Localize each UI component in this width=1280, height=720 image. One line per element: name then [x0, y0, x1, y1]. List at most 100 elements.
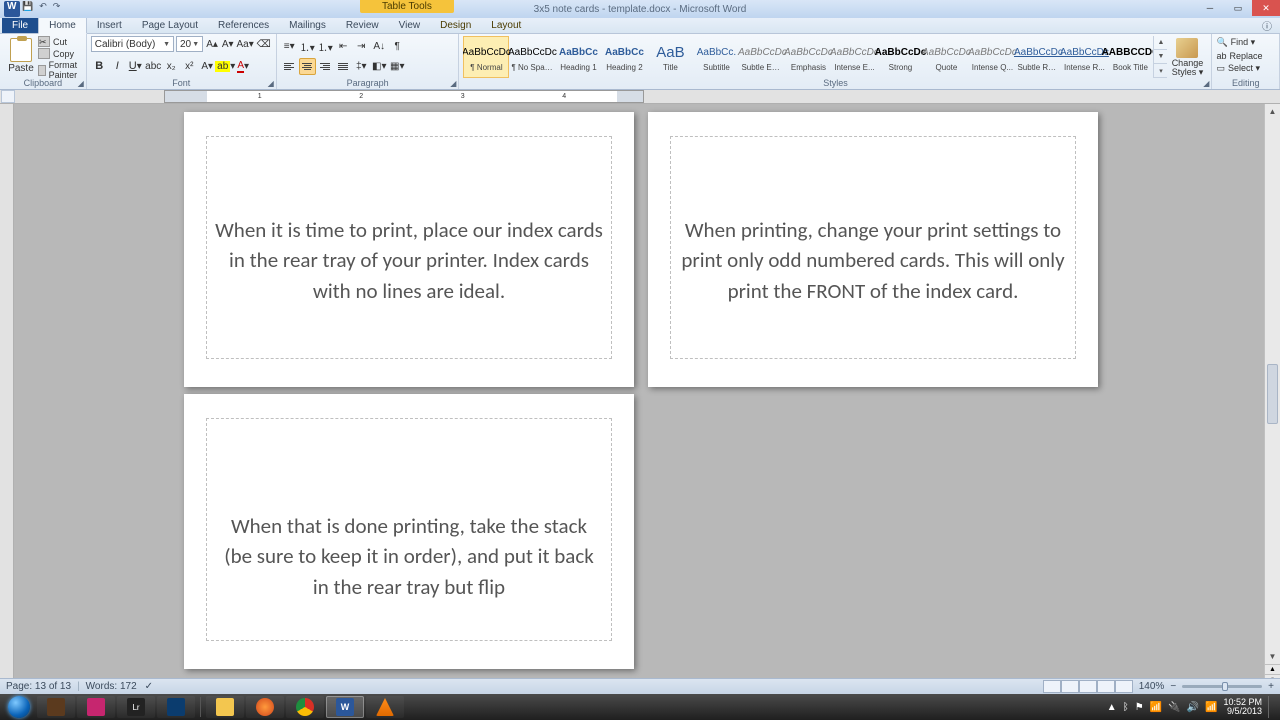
- spell-check-icon[interactable]: ✓: [145, 681, 153, 692]
- taskbar-explorer[interactable]: [206, 696, 244, 718]
- taskbar-app-1[interactable]: [37, 696, 75, 718]
- tray-network-icon[interactable]: 📶: [1150, 702, 1162, 713]
- tab-review[interactable]: Review: [336, 18, 389, 33]
- style-item-0[interactable]: AaBbCcDc¶ Normal: [463, 36, 509, 78]
- status-words[interactable]: Words: 172: [86, 681, 137, 692]
- horizontal-ruler[interactable]: 1234: [164, 90, 644, 103]
- style-gallery-scroll[interactable]: ▲▼▾: [1153, 36, 1167, 78]
- style-item-8[interactable]: AaBbCcDcIntense E...: [831, 36, 877, 78]
- style-item-12[interactable]: AaBbCcDcSubtle Ref...: [1015, 36, 1061, 78]
- align-center-button[interactable]: [299, 58, 316, 75]
- tray-signal-icon[interactable]: 📶: [1205, 702, 1217, 713]
- paragraph-launcher-icon[interactable]: ◢: [450, 79, 456, 88]
- copy-button[interactable]: Copy: [38, 48, 82, 59]
- scroll-up-button[interactable]: ▲: [1265, 104, 1280, 119]
- grow-font-button[interactable]: A▴: [205, 36, 219, 53]
- style-item-13[interactable]: AaBbCcDcIntense R...: [1061, 36, 1107, 78]
- numbering-button[interactable]: ⒈▾: [299, 38, 316, 55]
- style-item-4[interactable]: AaBTitle: [647, 36, 693, 78]
- page-card-3[interactable]: When that is done printing, take the sta…: [184, 394, 634, 669]
- sort-button[interactable]: A↓: [371, 38, 388, 55]
- font-launcher-icon[interactable]: ◢: [268, 79, 274, 88]
- subscript-button[interactable]: x₂: [163, 58, 180, 75]
- shading-button[interactable]: ◧▾: [371, 58, 388, 75]
- italic-button[interactable]: I: [109, 58, 126, 75]
- vertical-scrollbar[interactable]: ▲ ▼ ▲○▼: [1264, 104, 1280, 694]
- line-spacing-button[interactable]: ‡▾: [353, 58, 370, 75]
- font-name-combo[interactable]: Calibri (Body)▼: [91, 36, 174, 52]
- tab-references[interactable]: References: [208, 18, 279, 33]
- tray-power-icon[interactable]: 🔌: [1168, 702, 1180, 713]
- shrink-font-button[interactable]: A▾: [221, 36, 235, 53]
- style-item-6[interactable]: AaBbCcDcSubtle Em...: [739, 36, 785, 78]
- increase-indent-button[interactable]: ⇥: [353, 38, 370, 55]
- style-gallery[interactable]: AaBbCcDc¶ NormalAaBbCcDc¶ No Spaci...AaB…: [463, 36, 1153, 78]
- decrease-indent-button[interactable]: ⇤: [335, 38, 352, 55]
- show-marks-button[interactable]: ¶: [389, 38, 406, 55]
- multilevel-button[interactable]: ⒈▾: [317, 38, 334, 55]
- underline-button[interactable]: U▾: [127, 58, 144, 75]
- borders-button[interactable]: ▦▾: [389, 58, 406, 75]
- align-right-button[interactable]: [317, 58, 334, 75]
- scroll-down-button[interactable]: ▼: [1265, 649, 1280, 664]
- find-button[interactable]: 🔍 Find ▾: [1216, 36, 1275, 49]
- card-2-text[interactable]: When printing, change your print setting…: [671, 215, 1075, 306]
- strikethrough-button[interactable]: abc: [145, 58, 162, 75]
- tab-view[interactable]: View: [389, 18, 431, 33]
- taskbar-app-3[interactable]: Lr: [117, 696, 155, 718]
- style-item-10[interactable]: AaBbCcDcQuote: [923, 36, 969, 78]
- qat-undo-icon[interactable]: ↶: [39, 1, 47, 12]
- view-draft-button[interactable]: [1115, 680, 1133, 693]
- taskbar-chrome[interactable]: [286, 696, 324, 718]
- styles-launcher-icon[interactable]: ◢: [1203, 79, 1209, 88]
- tray-overflow-icon[interactable]: ▲: [1107, 702, 1117, 713]
- bullets-button[interactable]: ≡▾: [281, 38, 298, 55]
- page-card-2[interactable]: When printing, change your print setting…: [648, 112, 1098, 387]
- zoom-level[interactable]: 140%: [1139, 681, 1165, 692]
- style-item-14[interactable]: AABBCCDCBook Title: [1107, 36, 1153, 78]
- zoom-out-button[interactable]: −: [1170, 681, 1176, 692]
- taskbar-app-2[interactable]: [77, 696, 115, 718]
- card-3-text[interactable]: When that is done printing, take the sta…: [207, 511, 611, 602]
- style-item-7[interactable]: AaBbCcDcEmphasis: [785, 36, 831, 78]
- change-case-button[interactable]: Aa▾: [237, 36, 254, 53]
- style-item-3[interactable]: AaBbCcHeading 2: [601, 36, 647, 78]
- tray-bluetooth-icon[interactable]: ᛒ: [1123, 702, 1129, 713]
- card-1-text[interactable]: When it is time to print, place our inde…: [207, 215, 611, 306]
- close-button[interactable]: ✕: [1252, 0, 1280, 16]
- clipboard-launcher-icon[interactable]: ◢: [78, 79, 84, 88]
- tab-selector-button[interactable]: [1, 90, 15, 103]
- style-item-1[interactable]: AaBbCcDc¶ No Spaci...: [509, 36, 555, 78]
- prev-page-button[interactable]: ▲: [1265, 664, 1280, 674]
- tab-file[interactable]: File: [2, 18, 38, 33]
- start-button[interactable]: [2, 694, 36, 720]
- tab-design[interactable]: Design: [430, 18, 481, 33]
- taskbar-vlc[interactable]: [366, 696, 404, 718]
- tab-home[interactable]: Home: [38, 17, 87, 34]
- qat-save-icon[interactable]: 💾: [22, 1, 33, 12]
- highlight-button[interactable]: ab▾: [217, 58, 234, 75]
- tray-action-center-icon[interactable]: ⚑: [1135, 702, 1144, 713]
- style-item-11[interactable]: AaBbCcDcIntense Q...: [969, 36, 1015, 78]
- font-color-button[interactable]: A▾: [235, 58, 252, 75]
- replace-button[interactable]: ab Replace: [1216, 49, 1275, 62]
- scroll-thumb[interactable]: [1267, 364, 1278, 424]
- vertical-ruler[interactable]: [0, 104, 14, 694]
- select-button[interactable]: ▭ Select ▾: [1216, 62, 1275, 75]
- status-page[interactable]: Page: 13 of 13: [6, 681, 71, 692]
- taskbar-app-4[interactable]: [157, 696, 195, 718]
- tab-mailings[interactable]: Mailings: [279, 18, 336, 33]
- zoom-slider[interactable]: [1182, 685, 1262, 688]
- change-styles-button[interactable]: Change Styles ▾: [1167, 36, 1207, 78]
- ribbon-help-icon[interactable]: ⓘ: [1262, 18, 1272, 33]
- style-item-5[interactable]: AaBbCc.Subtitle: [693, 36, 739, 78]
- taskbar-firefox[interactable]: [246, 696, 284, 718]
- tab-page-layout[interactable]: Page Layout: [132, 18, 208, 33]
- paste-button[interactable]: Paste: [4, 36, 38, 76]
- cut-button[interactable]: ✂Cut: [38, 36, 82, 47]
- view-web-button[interactable]: [1079, 680, 1097, 693]
- page-card-1[interactable]: When it is time to print, place our inde…: [184, 112, 634, 387]
- tab-insert[interactable]: Insert: [87, 18, 132, 33]
- font-size-combo[interactable]: 20▼: [176, 36, 203, 52]
- style-item-2[interactable]: AaBbCcHeading 1: [555, 36, 601, 78]
